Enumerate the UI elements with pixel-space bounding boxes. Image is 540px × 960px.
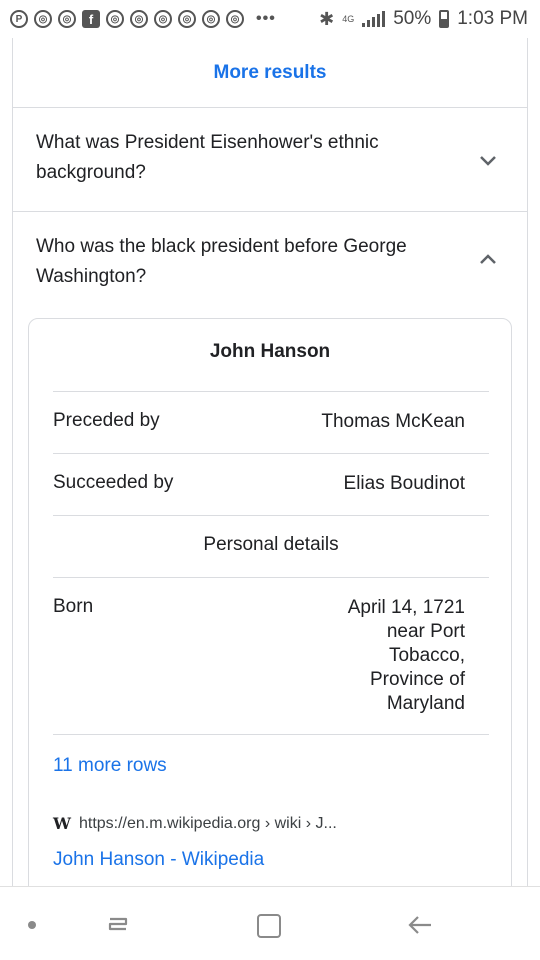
recent-apps-icon[interactable] [104, 913, 132, 937]
faq-question[interactable]: Who was the black president before Georg… [36, 232, 436, 292]
battery-percent: 50% [393, 8, 432, 29]
faq-item[interactable]: What was President Eisenhower's ethnic b… [12, 108, 528, 212]
home-icon[interactable] [257, 914, 281, 938]
panel-title: John Hanson [209, 341, 331, 362]
row-label: Born [53, 596, 94, 617]
row-value: Thomas McKean [321, 411, 465, 432]
chevron-up-icon[interactable] [478, 250, 498, 270]
chrome-icon: ◎ [178, 10, 196, 28]
chrome-icon: ◎ [154, 10, 172, 28]
info-row-born: Born April 14, 1721 near Port Tobacco, P… [53, 577, 489, 734]
source-url-row: W https://en.m.wikipedia.org › wiki › J.… [53, 814, 337, 833]
source-title-link[interactable]: John Hanson - Wikipedia [53, 849, 264, 871]
section-header: Personal details [53, 515, 489, 577]
info-row-preceded-by: Preceded by Thomas McKean [53, 391, 489, 453]
divider [53, 734, 489, 735]
section-title: Personal details [203, 534, 339, 555]
info-row-succeeded-by: Succeeded by Elias Boudinot [53, 453, 489, 515]
more-results-button[interactable]: More results [12, 38, 528, 108]
chrome-icon: ◎ [226, 10, 244, 28]
facebook-icon: f [82, 10, 100, 28]
pinterest-icon: P [10, 10, 28, 28]
status-bar: P ◎ ◎ f ◎ ◎ ◎ ◎ ◎ ◎ ••• ✱ 4G 50% 1:03 PM [0, 0, 540, 38]
signal-icon [362, 11, 386, 27]
more-results-label: More results [213, 61, 327, 83]
source-url: https://en.m.wikipedia.org › wiki › J... [78, 814, 337, 832]
faq-item-expanded: Who was the black president before Georg… [12, 212, 528, 886]
network-type-icon: 4G [342, 13, 355, 24]
clock: 1:03 PM [457, 8, 528, 29]
wikipedia-icon: W [53, 814, 71, 833]
navigation-bar [0, 886, 540, 960]
row-value: April 14, 1721 near Port Tobacco, Provin… [347, 597, 465, 714]
chevron-down-icon[interactable] [478, 150, 498, 170]
chrome-icon: ◎ [34, 10, 52, 28]
chrome-icon: ◎ [130, 10, 148, 28]
row-label: Preceded by [53, 410, 160, 431]
more-rows-link[interactable]: 11 more rows [53, 755, 167, 777]
chrome-icon: ◎ [58, 10, 76, 28]
back-icon[interactable] [406, 913, 434, 937]
row-value: Elias Boudinot [343, 473, 465, 494]
search-results: More results What was President Eisenhow… [0, 38, 540, 886]
chrome-icon: ◎ [202, 10, 220, 28]
bluetooth-icon: ✱ [319, 8, 335, 29]
dot-icon[interactable] [28, 921, 36, 929]
row-label: Succeeded by [53, 472, 174, 493]
chrome-icon: ◎ [106, 10, 124, 28]
faq-question: What was President Eisenhower's ethnic b… [36, 132, 379, 183]
notification-icons: P ◎ ◎ f ◎ ◎ ◎ ◎ ◎ ◎ ••• [10, 10, 276, 28]
knowledge-panel: John Hanson Preceded by Thomas McKean Su… [28, 318, 512, 886]
overflow-indicator: ••• [256, 10, 276, 27]
battery-icon [439, 10, 450, 28]
